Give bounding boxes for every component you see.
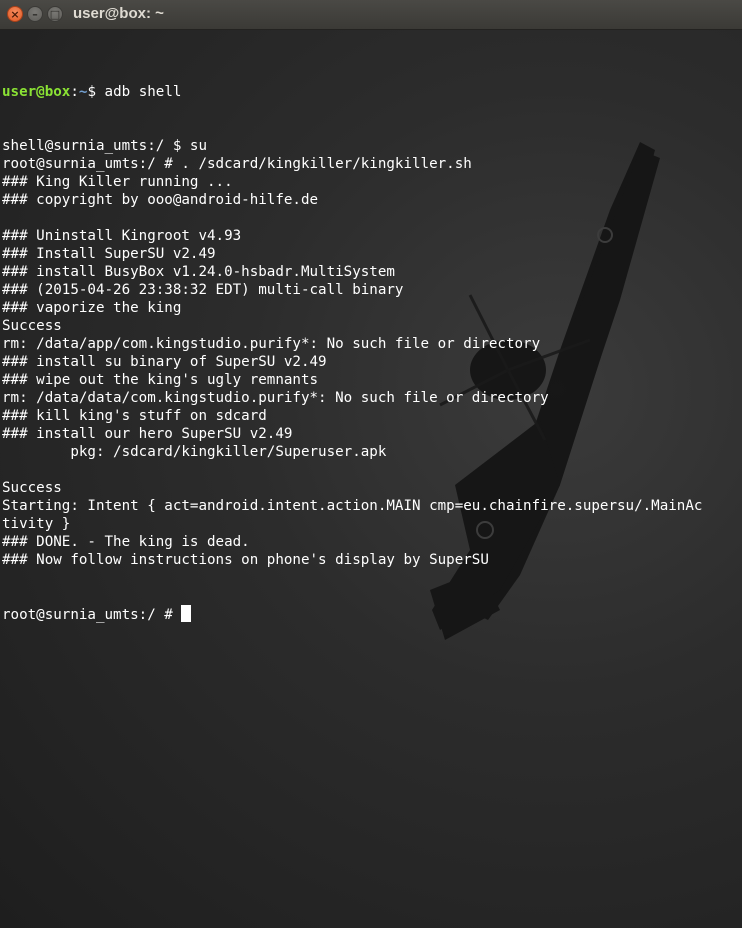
terminal-line: ### install BusyBox v1.24.0-hsbadr.Multi… — [2, 264, 395, 280]
prompt-command: adb shell — [95, 84, 182, 100]
prompt-user-host: user@box — [2, 84, 71, 100]
minimize-icon: – — [32, 8, 38, 21]
first-prompt-line: user@box:~$ adb shell — [2, 83, 702, 101]
text-cursor — [181, 605, 192, 622]
final-prompt: root@surnia_umts:/ # — [2, 607, 182, 623]
close-button[interactable]: × — [7, 6, 23, 22]
title-bar[interactable]: × – □ user@box: ~ — [0, 0, 742, 30]
terminal-output: user@box:~$ adb shell shell@surnia_umts:… — [2, 47, 702, 659]
terminal-line: root@surnia_umts:/ # . /sdcard/kingkille… — [2, 156, 472, 172]
prompt-symbol: $ — [87, 84, 96, 100]
terminal-line: shell@surnia_umts:/ $ su — [2, 138, 207, 154]
terminal-line: pkg: /sdcard/kingkiller/Superuser.apk — [2, 444, 387, 460]
final-prompt-line: root@surnia_umts:/ # — [2, 605, 702, 623]
terminal-line: ### kill king's stuff on sdcard — [2, 408, 267, 424]
terminal-line: ### install our hero SuperSU v2.49 — [2, 426, 293, 442]
terminal-line: Success — [2, 480, 62, 496]
window-title: user@box: ~ — [73, 5, 164, 22]
terminal-line: Starting: Intent { act=android.intent.ac… — [2, 498, 703, 514]
minimize-button[interactable]: – — [27, 6, 43, 22]
terminal-window: × – □ user@box: ~ user@box:~$ adb shell … — [0, 0, 742, 928]
maximize-button[interactable]: □ — [47, 6, 63, 22]
terminal-line: ### wipe out the king's ugly remnants — [2, 372, 319, 388]
terminal-line: rm: /data/data/com.kingstudio.purify*: N… — [2, 390, 549, 406]
terminal-line: ### Uninstall Kingroot v4.93 — [2, 228, 242, 244]
close-icon: × — [10, 8, 20, 21]
maximize-icon: □ — [49, 8, 61, 21]
terminal-area[interactable]: user@box:~$ adb shell shell@surnia_umts:… — [0, 30, 742, 928]
terminal-line: tivity } — [2, 516, 71, 532]
prompt-separator: : — [70, 84, 79, 100]
terminal-line: ### copyright by ooo@android-hilfe.de — [2, 192, 319, 208]
terminal-line: ### Now follow instructions on phone's d… — [2, 552, 489, 568]
terminal-line: rm: /data/app/com.kingstudio.purify*: No… — [2, 336, 541, 352]
terminal-line: ### Install SuperSU v2.49 — [2, 246, 216, 262]
terminal-line: Success — [2, 318, 62, 334]
terminal-line: ### install su binary of SuperSU v2.49 — [2, 354, 327, 370]
terminal-line: ### DONE. - The king is dead. — [2, 534, 250, 550]
terminal-line: ### vaporize the king — [2, 300, 182, 316]
terminal-line: ### (2015-04-26 23:38:32 EDT) multi-call… — [2, 282, 404, 298]
output-lines: shell@surnia_umts:/ $ su root@surnia_umts… — [2, 137, 702, 569]
terminal-line: ### King Killer running ... — [2, 174, 233, 190]
